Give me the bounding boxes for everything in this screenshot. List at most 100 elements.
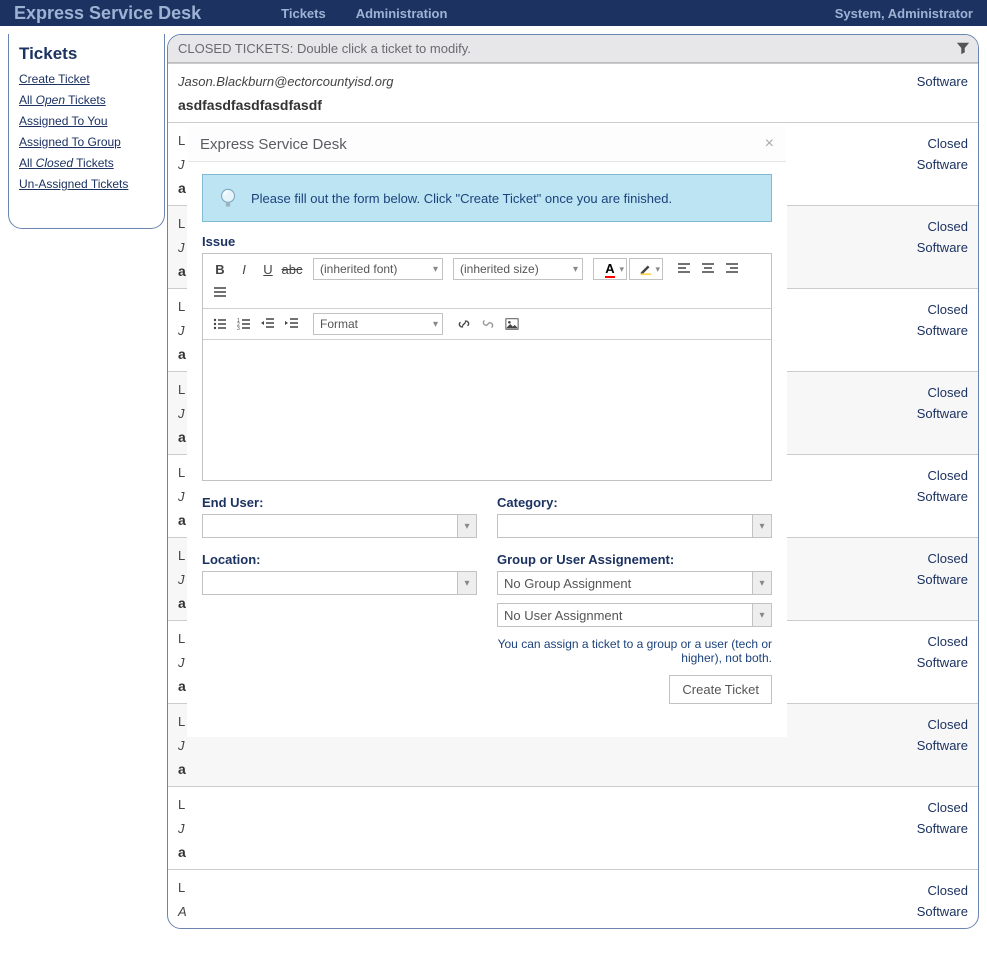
ticket-row[interactable]: Jason.Blackburn@ectorcountyisd.org Softwa… [168,63,978,122]
ticket-row[interactable]: LClosedASoftware [168,869,978,928]
ticket-subject: a [178,429,186,445]
grid-toolbar-text: CLOSED TICKETS: Double click a ticket to… [178,41,471,56]
align-left-button[interactable] [673,258,695,280]
sidebar-title: Tickets [19,44,154,64]
bulb-icon [215,185,241,211]
strike-button[interactable]: abc [281,258,303,280]
category-select[interactable] [497,514,772,538]
ticket-email: J [178,240,185,255]
ticket-subject: asdfasdfasdfasdfasdf [178,97,322,113]
sidebar-all-open[interactable]: All Open Tickets [19,93,154,107]
ticket-email: J [178,157,185,172]
outdent-button[interactable] [257,313,279,335]
sidebar-unassigned[interactable]: Un-Assigned Tickets [19,177,154,191]
location-select[interactable] [202,571,477,595]
ticket-status: Closed [928,468,968,483]
ticket-email: J [178,738,185,753]
assignment-hint: You can assign a ticket to a group or a … [497,637,772,665]
text-color-button[interactable]: A [593,258,627,280]
format-select[interactable]: Format [313,313,443,335]
ticket-subject: a [178,512,186,528]
ticket-category: Software [917,74,968,89]
issue-textarea[interactable] [203,340,771,480]
header-nav: Tickets Administration [281,6,447,21]
ticket-status: Closed [928,385,968,400]
unlink-button[interactable] [477,313,499,335]
indent-button[interactable] [281,313,303,335]
ticket-location: L [178,216,185,231]
font-select[interactable]: (inherited font) [313,258,443,280]
ticket-email: J [178,489,185,504]
italic-button[interactable]: I [233,258,255,280]
ticket-email: J [178,821,185,836]
ticket-location: L [178,880,185,895]
align-justify-button[interactable] [209,282,231,304]
ticket-location: L [178,548,185,563]
group-assignment-label: Group or User Assignement: [497,552,772,567]
unordered-list-button[interactable] [209,313,231,335]
grid-toolbar: CLOSED TICKETS: Double click a ticket to… [168,35,978,63]
filter-icon[interactable] [956,41,970,55]
end-user-select[interactable] [202,514,477,538]
ticket-category: Software [917,489,968,504]
ticket-category: Software [917,240,968,255]
ticket-status: Closed [928,302,968,317]
ticket-category: Software [917,157,968,172]
ticket-subject: a [178,761,186,777]
link-button[interactable] [453,313,475,335]
ticket-location: L [178,465,185,480]
close-icon[interactable]: × [765,135,774,153]
ticket-category: Software [917,738,968,753]
svg-text:3: 3 [237,326,240,331]
ticket-location: L [178,714,185,729]
sidebar-all-closed[interactable]: All Closed Tickets [19,156,154,170]
ticket-subject: a [178,263,186,279]
align-right-button[interactable] [721,258,743,280]
ticket-email: J [178,323,185,338]
sidebar-assigned-you[interactable]: Assigned To You [19,114,154,128]
size-select[interactable]: (inherited size) [453,258,583,280]
ticket-email: J [178,572,185,587]
ticket-email: J [178,406,185,421]
modal-title: Express Service Desk [200,136,347,153]
ticket-email: Jason.Blackburn@ectorcountyisd.org [178,74,394,89]
align-center-button[interactable] [697,258,719,280]
ticket-category: Software [917,323,968,338]
location-label: Location: [202,552,477,567]
ticket-email: A [178,904,187,919]
underline-button[interactable]: U [257,258,279,280]
ticket-subject: a [178,844,186,860]
ticket-status: Closed [928,800,968,815]
ticket-row[interactable]: LClosedJSoftwarea [168,786,978,869]
ticket-category: Software [917,655,968,670]
ordered-list-button[interactable]: 123 [233,313,255,335]
ticket-location: L [178,797,185,812]
header-user[interactable]: System, Administrator [835,6,973,21]
nav-administration[interactable]: Administration [356,6,448,21]
header-bar: Express Service Desk Tickets Administrat… [0,0,987,26]
brand-title: Express Service Desk [14,3,201,24]
create-ticket-button[interactable]: Create Ticket [669,675,772,704]
image-button[interactable] [501,313,523,335]
highlight-color-button[interactable] [629,258,663,280]
ticket-category: Software [917,406,968,421]
ticket-subject: a [178,346,186,362]
ticket-status: Closed [928,219,968,234]
sidebar-create-ticket[interactable]: Create Ticket [19,72,154,86]
ticket-subject: a [178,180,186,196]
bold-button[interactable]: B [209,258,231,280]
ticket-status: Closed [928,883,968,898]
sidebar: Tickets Create Ticket All Open Tickets A… [0,26,165,937]
nav-tickets[interactable]: Tickets [281,6,326,21]
ticket-status: Closed [928,551,968,566]
sidebar-assigned-group[interactable]: Assigned To Group [19,135,154,149]
notice-text: Please fill out the form below. Click "C… [251,191,672,206]
user-assignment-select[interactable]: No User Assignment [497,603,772,627]
ticket-category: Software [917,572,968,587]
ticket-subject: a [178,678,186,694]
ticket-subject: a [178,595,186,611]
create-ticket-modal: Express Service Desk × Please fill out t… [187,126,787,737]
rich-text-editor: B I U abc (inherited font) (inherited si… [202,253,772,481]
ticket-email: J [178,655,185,670]
group-select[interactable]: No Group Assignment [497,571,772,595]
